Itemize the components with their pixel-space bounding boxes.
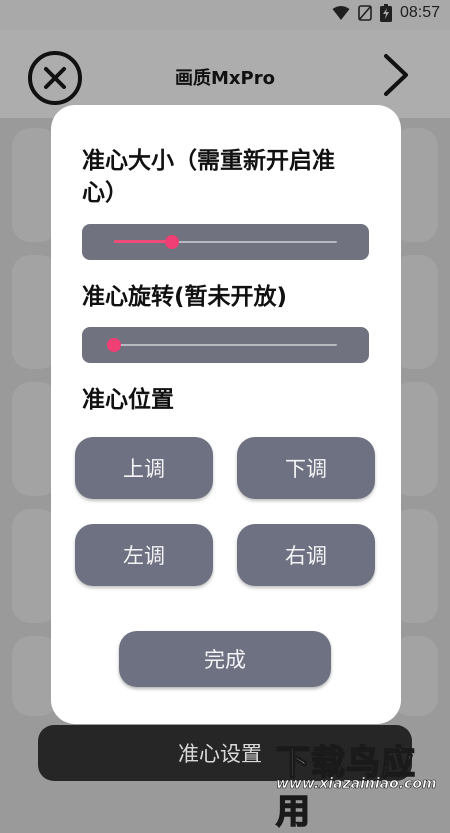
size-slider-fill bbox=[114, 240, 172, 243]
crosshair-settings-label: 准心设置 bbox=[178, 742, 262, 766]
watermark-url: www.xiazainiao.com bbox=[276, 776, 437, 793]
position-label: 准心位置 bbox=[82, 387, 174, 413]
battery-icon bbox=[379, 4, 392, 22]
move-right-button[interactable]: 右调 bbox=[237, 524, 375, 586]
size-label: 准心大小（需重新开启准 心） bbox=[82, 145, 335, 209]
size-slider-thumb[interactable] bbox=[164, 235, 179, 249]
rotate-slider[interactable] bbox=[82, 327, 369, 363]
move-up-button[interactable]: 上调 bbox=[75, 437, 213, 499]
size-slider[interactable] bbox=[82, 224, 369, 260]
rotate-label: 准心旋转(暂未开放) bbox=[82, 284, 288, 310]
rotate-slider-line bbox=[114, 344, 337, 346]
size-label-line2: 心） bbox=[82, 180, 128, 206]
size-label-line1: 准心大小（需重新开启准 bbox=[82, 148, 335, 174]
status-time: 08:57 bbox=[399, 4, 440, 21]
crosshair-settings-dialog: 准心大小（需重新开启准 心） 准心旋转(暂未开放) 准心位置 上调 下调 左调 … bbox=[51, 105, 401, 724]
move-left-button[interactable]: 左调 bbox=[75, 524, 213, 586]
move-down-button[interactable]: 下调 bbox=[237, 437, 375, 499]
rotate-slider-thumb[interactable] bbox=[107, 338, 121, 352]
status-icons: 08:57 bbox=[332, 4, 440, 22]
wifi-icon bbox=[332, 6, 350, 20]
done-button[interactable]: 完成 bbox=[119, 631, 331, 687]
chevron-right-icon[interactable] bbox=[378, 52, 412, 98]
no-sim-icon bbox=[358, 5, 372, 21]
status-bar: 08:57 bbox=[0, 0, 450, 30]
